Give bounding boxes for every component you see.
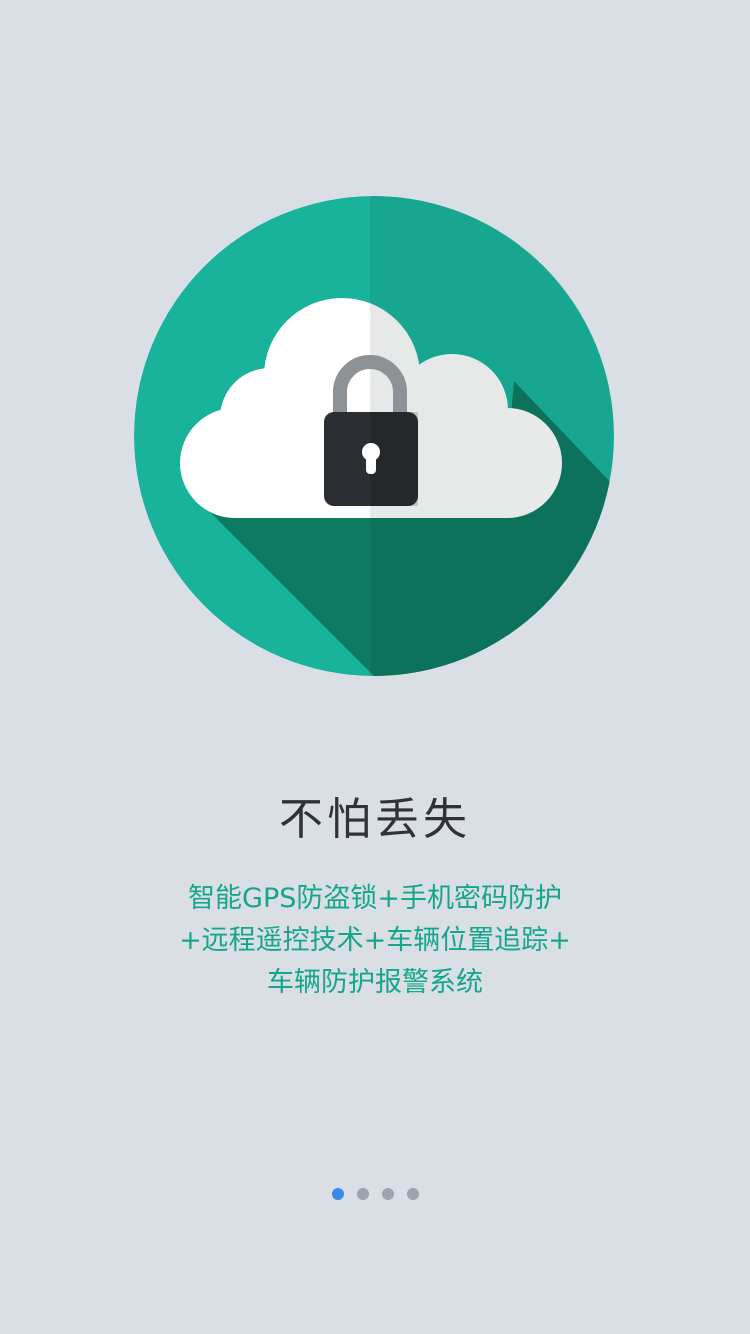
page-dot-2[interactable] xyxy=(356,1188,369,1200)
page-indicator xyxy=(0,1188,750,1202)
description-line: +远程遥控技术+车辆位置追踪+ xyxy=(179,925,571,956)
description-line: 智能GPS防盗锁+手机密码防护 xyxy=(188,883,562,914)
page-dot-3[interactable] xyxy=(381,1188,394,1200)
page-dot-1[interactable] xyxy=(331,1188,344,1200)
description-line: 车辆防护报警系统 xyxy=(267,967,483,998)
onboarding-screen: 不怕丢失 智能GPS防盗锁+手机密码防护 +远程遥控技术+车辆位置追踪+ 车辆防… xyxy=(0,0,750,1334)
cloud-lock-icon xyxy=(134,196,614,676)
page-title: 不怕丢失 xyxy=(279,794,471,845)
page-dot-4[interactable] xyxy=(406,1188,419,1200)
feature-description: 智能GPS防盗锁+手机密码防护 +远程遥控技术+车辆位置追踪+ 车辆防护报警系统 xyxy=(150,878,600,1004)
